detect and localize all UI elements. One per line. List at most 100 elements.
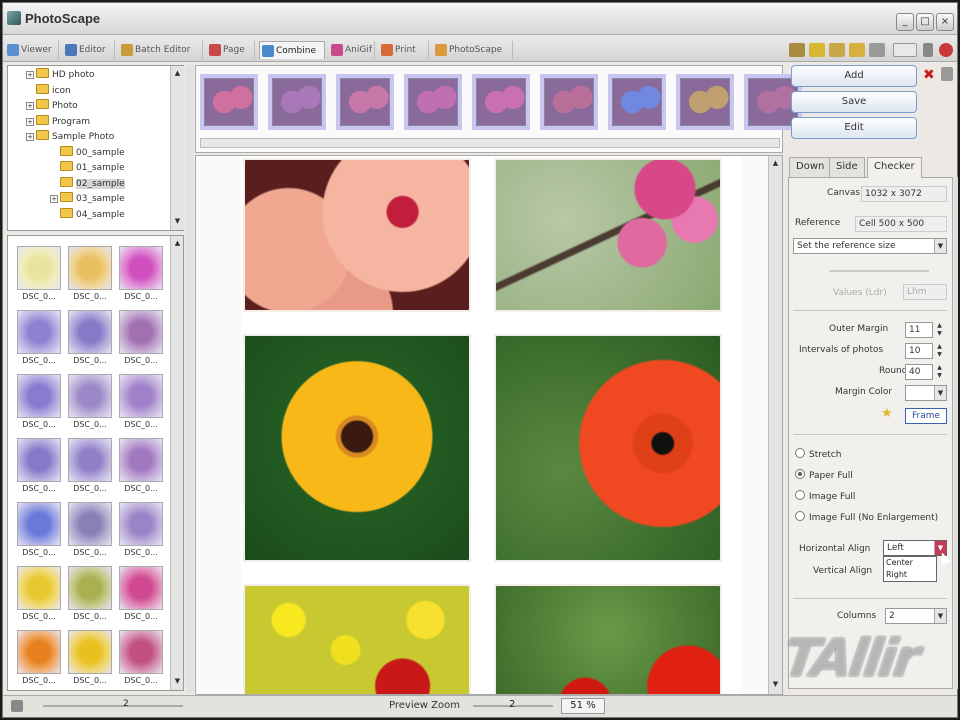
thumbnail-scrollbar[interactable]: ▲ ▼ [170, 236, 183, 690]
camera-icon[interactable] [829, 43, 845, 57]
panel-splitter[interactable] [186, 65, 194, 693]
thumbnail-item[interactable]: DSC_0... [65, 436, 115, 498]
canvas-scrollbar[interactable]: ▲ ▼ [768, 156, 782, 694]
collage-photo-4[interactable] [494, 334, 722, 562]
chevron-down-icon[interactable]: ▼ [934, 386, 946, 400]
combine-preview-canvas[interactable]: ▲ ▼ [195, 155, 783, 695]
selected-photos-strip[interactable] [195, 65, 802, 153]
expand-icon[interactable]: + [26, 71, 34, 79]
intervals-stepper[interactable]: ▲ ▼ [935, 343, 944, 359]
tab-page[interactable]: Page [207, 41, 255, 59]
filmstrip-thumb[interactable] [676, 74, 734, 130]
folder-tree[interactable]: ▲ ▼ + HD photo icon + Photo + Program + Sample P… [7, 65, 184, 231]
columns-dropdown[interactable]: 2 ▼ [885, 608, 947, 624]
thumbnail-item[interactable]: DSC_0... [116, 308, 166, 370]
thumbnail-item[interactable]: DSC_0... [116, 436, 166, 498]
tab-side[interactable]: Side [829, 157, 865, 177]
thumbnail-size-slider[interactable] [43, 705, 183, 707]
tree-item[interactable]: 04_sample [50, 207, 125, 223]
scroll-down-icon[interactable]: ▼ [172, 676, 183, 687]
expand-icon[interactable]: + [26, 102, 34, 110]
tab-photoscape[interactable]: PhotoScape [433, 41, 513, 59]
thumbnail-item[interactable]: DSC_0... [65, 244, 115, 306]
tab-print[interactable]: Print [379, 41, 429, 59]
expand-icon[interactable]: + [50, 195, 58, 203]
thumbnail-item[interactable]: DSC_0... [65, 564, 115, 626]
folder-icon[interactable] [789, 43, 805, 57]
minimize-button[interactable]: _ [896, 13, 914, 31]
palette-icon[interactable] [849, 43, 865, 57]
filmstrip-thumb[interactable] [540, 74, 598, 130]
fit-option-image-full[interactable]: Image Full [795, 490, 855, 503]
panel-scrollbar[interactable] [954, 177, 958, 689]
settings-icon[interactable] [939, 43, 953, 57]
add-button[interactable]: Add [791, 65, 917, 87]
edit-button[interactable]: Edit [791, 117, 917, 139]
radio-button[interactable] [795, 469, 805, 479]
round-input[interactable]: 40 [905, 364, 933, 380]
layout-toggle-icon[interactable] [11, 700, 23, 712]
reference-size-dropdown[interactable]: Set the reference size ▼ [793, 238, 947, 254]
trash-icon[interactable] [941, 67, 953, 81]
tab-down[interactable]: Down [789, 157, 832, 177]
save-button[interactable]: Save [791, 91, 917, 113]
thumbnail-item[interactable]: DSC_0... [116, 372, 166, 434]
tree-item[interactable]: 02_sample [50, 176, 125, 192]
thumbnail-item[interactable]: DSC_0... [65, 372, 115, 434]
thumbnail-item[interactable]: DSC_0... [65, 628, 115, 690]
margin-color-picker[interactable]: ▼ [905, 385, 947, 401]
fit-option-paper-full[interactable]: Paper Full [795, 469, 853, 482]
thumbnail-item[interactable]: DSC_0... [14, 564, 64, 626]
thumbnail-item[interactable]: DSC_0... [116, 564, 166, 626]
copy-icon[interactable] [869, 43, 885, 57]
expand-icon[interactable]: + [26, 117, 34, 126]
thumbnail-item[interactable]: DSC_0... [14, 500, 64, 562]
maximize-button[interactable]: □ [916, 13, 934, 31]
close-button[interactable]: × [936, 13, 954, 31]
layout-icon[interactable] [893, 43, 917, 57]
thumbnail-item[interactable]: DSC_0... [65, 308, 115, 370]
align-option-right[interactable]: Right [886, 569, 936, 581]
outer-margin-stepper[interactable]: ▲ ▼ [935, 322, 944, 338]
fit-option-stretch[interactable]: Stretch [795, 448, 841, 461]
chevron-down-icon[interactable]: ▼ [934, 239, 946, 253]
fit-option-image-full-no-enlargement[interactable]: Image Full (No Enlargement) [795, 511, 938, 524]
tab-batch-editor[interactable]: Batch Editor [119, 41, 203, 59]
horizontal-align-options[interactable]: Center Right [883, 556, 937, 582]
filmstrip-scrollbar[interactable] [200, 138, 780, 148]
filmstrip-thumb[interactable] [608, 74, 666, 130]
radio-button[interactable] [795, 448, 805, 458]
thumbnail-item[interactable]: DSC_0... [65, 500, 115, 562]
thumbnail-item[interactable]: DSC_0... [14, 244, 64, 306]
outer-margin-input[interactable]: 11 [905, 322, 933, 338]
tab-anigif[interactable]: AniGif [329, 41, 375, 59]
radio-button[interactable] [795, 511, 805, 521]
align-option-center[interactable]: Center [886, 557, 936, 569]
thumbnail-item[interactable]: DSC_0... [14, 628, 64, 690]
tree-item[interactable]: + Program [26, 114, 90, 130]
scroll-down-icon[interactable]: ▼ [172, 216, 183, 227]
tab-checker[interactable]: Checker [867, 157, 922, 178]
remove-icon[interactable]: ✖ [923, 67, 935, 83]
expand-icon[interactable]: + [26, 133, 34, 141]
collage-photo-3[interactable] [243, 334, 471, 562]
reference-slider[interactable] [829, 270, 929, 272]
scroll-up-icon[interactable]: ▲ [172, 68, 183, 79]
tab-editor[interactable]: Editor [63, 41, 115, 59]
thumbnail-item[interactable]: DSC_0... [116, 500, 166, 562]
scroll-up-icon[interactable]: ▲ [172, 238, 183, 249]
round-stepper[interactable]: ▲ ▼ [935, 364, 944, 380]
tree-item[interactable]: icon [26, 83, 71, 99]
filmstrip-thumb[interactable] [336, 74, 394, 130]
thumbnail-item[interactable]: DSC_0... [14, 308, 64, 370]
collage-photo-2[interactable] [494, 158, 722, 312]
radio-button[interactable] [795, 490, 805, 500]
tree-item[interactable]: + Photo [26, 99, 78, 114]
collage-photo-6[interactable] [494, 584, 722, 694]
help-icon[interactable] [923, 43, 933, 57]
collage-photo-5[interactable] [243, 584, 471, 694]
tree-scrollbar[interactable]: ▲ ▼ [170, 66, 184, 230]
thumbnail-item[interactable]: DSC_0... [14, 436, 64, 498]
tree-item[interactable]: + Sample Photo [26, 130, 114, 145]
filmstrip-thumb[interactable] [268, 74, 326, 130]
